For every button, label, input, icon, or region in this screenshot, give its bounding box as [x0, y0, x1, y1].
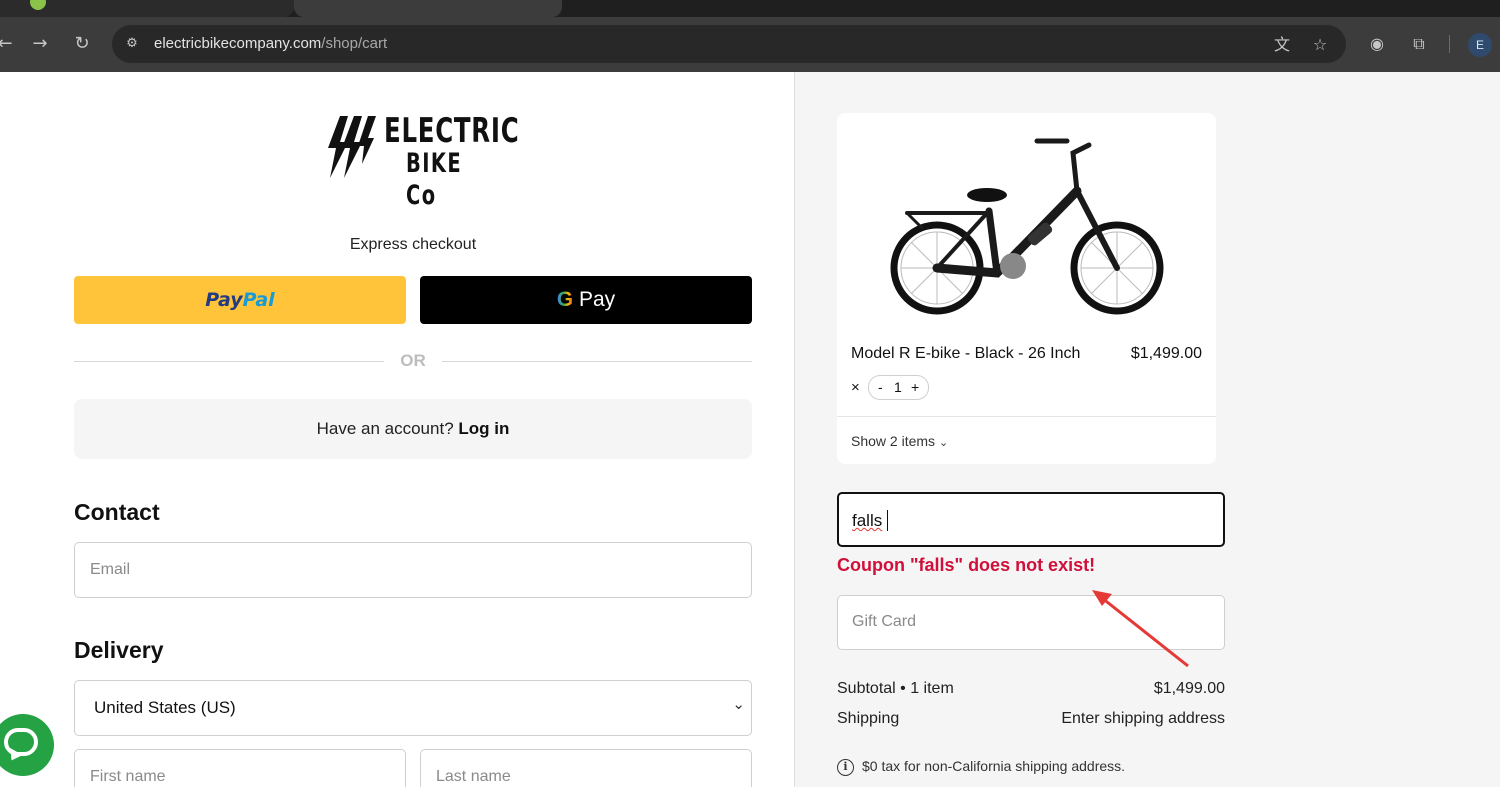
quantity-value[interactable]: 1 — [894, 379, 902, 395]
google-g-icon: G — [556, 288, 574, 311]
logo-line-1: ELECTRIC — [384, 111, 520, 151]
shipping-row: Shipping Enter shipping address — [837, 710, 1225, 728]
address-bar[interactable]: ⚙ electricbikecompany.com/shop/cart 文 ☆ — [112, 25, 1346, 63]
checkout-form-panel: ELECTRIC BIKE Co Express checkout PayPal… — [0, 72, 794, 787]
subtotal-label: Subtotal • 1 item — [837, 680, 954, 697]
translate-icon[interactable]: 文 — [1271, 34, 1293, 56]
divider-right — [442, 361, 752, 362]
or-divider-label: OR — [400, 351, 426, 370]
product-price: $1,499.00 — [1130, 345, 1202, 362]
card-divider — [837, 416, 1216, 417]
gift-card-placeholder: Gift Card — [852, 613, 917, 630]
divider-left — [74, 361, 384, 362]
brand-logo[interactable]: ELECTRIC BIKE Co — [326, 112, 519, 211]
country-select[interactable]: United States (US) ⌄ — [74, 680, 752, 736]
google-pay-logo: G Pay — [557, 288, 615, 311]
delivery-heading: Delivery — [74, 637, 164, 663]
shipping-label: Shipping — [837, 710, 900, 727]
google-pay-button[interactable]: G Pay — [420, 276, 752, 324]
lightning-bolts-icon — [328, 116, 376, 178]
show-items-label: Show 2 items — [851, 433, 936, 449]
paypal-button[interactable]: PayPal — [74, 276, 406, 324]
subtotal-row: Subtotal • 1 item $1,499.00 — [837, 680, 1225, 698]
paypal-logo: PayPal — [205, 289, 274, 311]
tax-note: i $0 tax for non-California shipping addr… — [837, 758, 1125, 776]
gift-card-input[interactable]: Gift Card — [837, 595, 1225, 650]
product-image-ebike[interactable] — [877, 133, 1177, 328]
text-caret — [887, 510, 888, 531]
order-summary-panel: Model R E-bike - Black - 26 Inch $1,499.… — [794, 72, 1500, 787]
last-name-placeholder: Last name — [436, 768, 511, 785]
account-prompt: Have an account? — [316, 419, 454, 438]
cart-item-card: Model R E-bike - Black - 26 Inch $1,499.… — [837, 113, 1216, 464]
subtotal-value: $1,499.00 — [1153, 680, 1225, 697]
quantity-decrease-button[interactable]: - — [878, 379, 883, 395]
email-placeholder: Email — [90, 561, 131, 578]
coupon-code-input[interactable]: falls — [837, 492, 1225, 547]
chevron-down-icon: ⌄ — [938, 436, 949, 449]
forward-icon[interactable]: → — [27, 31, 53, 57]
country-value: United States (US) — [94, 698, 236, 717]
extension-robot-icon[interactable]: ◉ — [1366, 33, 1388, 55]
tab-favicon-icon — [30, 0, 46, 10]
first-name-field[interactable]: First name — [74, 749, 406, 787]
quantity-increase-button[interactable]: + — [911, 379, 919, 395]
google-pay-label: Pay — [579, 288, 616, 311]
browser-toolbar: ← → ↻ ⚙ electricbikecompany.com/shop/car… — [0, 17, 1500, 72]
account-login-box: Have an account? Log in — [74, 399, 752, 459]
logo-line-2: BIKE Co — [406, 148, 463, 211]
paypal-logo-pal: Pal — [242, 289, 275, 311]
profile-avatar[interactable]: E — [1468, 33, 1492, 57]
tab-strip — [0, 0, 1500, 17]
extensions-puzzle-icon[interactable]: ⧉ — [1408, 33, 1430, 55]
reload-icon[interactable]: ↻ — [69, 31, 95, 57]
paypal-logo-pay: Pay — [205, 289, 243, 311]
email-field[interactable]: Email — [74, 542, 752, 598]
tax-note-text: $0 tax for non-California shipping addre… — [862, 758, 1126, 774]
express-checkout-label: Express checkout — [349, 236, 477, 253]
product-name[interactable]: Model R E-bike - Black - 26 Inch — [851, 345, 1080, 363]
site-settings-icon[interactable]: ⚙ — [122, 34, 142, 54]
coupon-input-value: falls — [852, 511, 883, 530]
info-icon: i — [837, 758, 854, 776]
quantity-multiplier: × — [851, 379, 860, 396]
back-icon[interactable]: ← — [0, 31, 18, 57]
contact-heading: Contact — [74, 499, 160, 525]
shipping-value: Enter shipping address — [1061, 710, 1225, 727]
toolbar-divider — [1449, 35, 1450, 53]
last-name-field[interactable]: Last name — [420, 749, 752, 787]
quantity-stepper: - 1 + — [868, 375, 929, 400]
login-link[interactable]: Log in — [458, 419, 509, 438]
chevron-down-icon: ⌄ — [732, 695, 745, 713]
show-items-toggle[interactable]: Show 2 items ⌄ — [851, 433, 948, 449]
coupon-error-message: Coupon "falls" does not exist! — [837, 555, 1096, 575]
chat-widget-button[interactable] — [0, 714, 54, 776]
browser-tab-active[interactable] — [294, 0, 562, 17]
url-domain: electricbikecompany.com — [154, 35, 322, 52]
browser-tab[interactable] — [0, 0, 294, 17]
bookmark-star-icon[interactable]: ☆ — [1309, 34, 1331, 56]
first-name-placeholder: First name — [90, 768, 166, 785]
url-path: /shop/cart — [321, 35, 388, 52]
url-text[interactable]: electricbikecompany.com/shop/cart — [154, 35, 387, 52]
